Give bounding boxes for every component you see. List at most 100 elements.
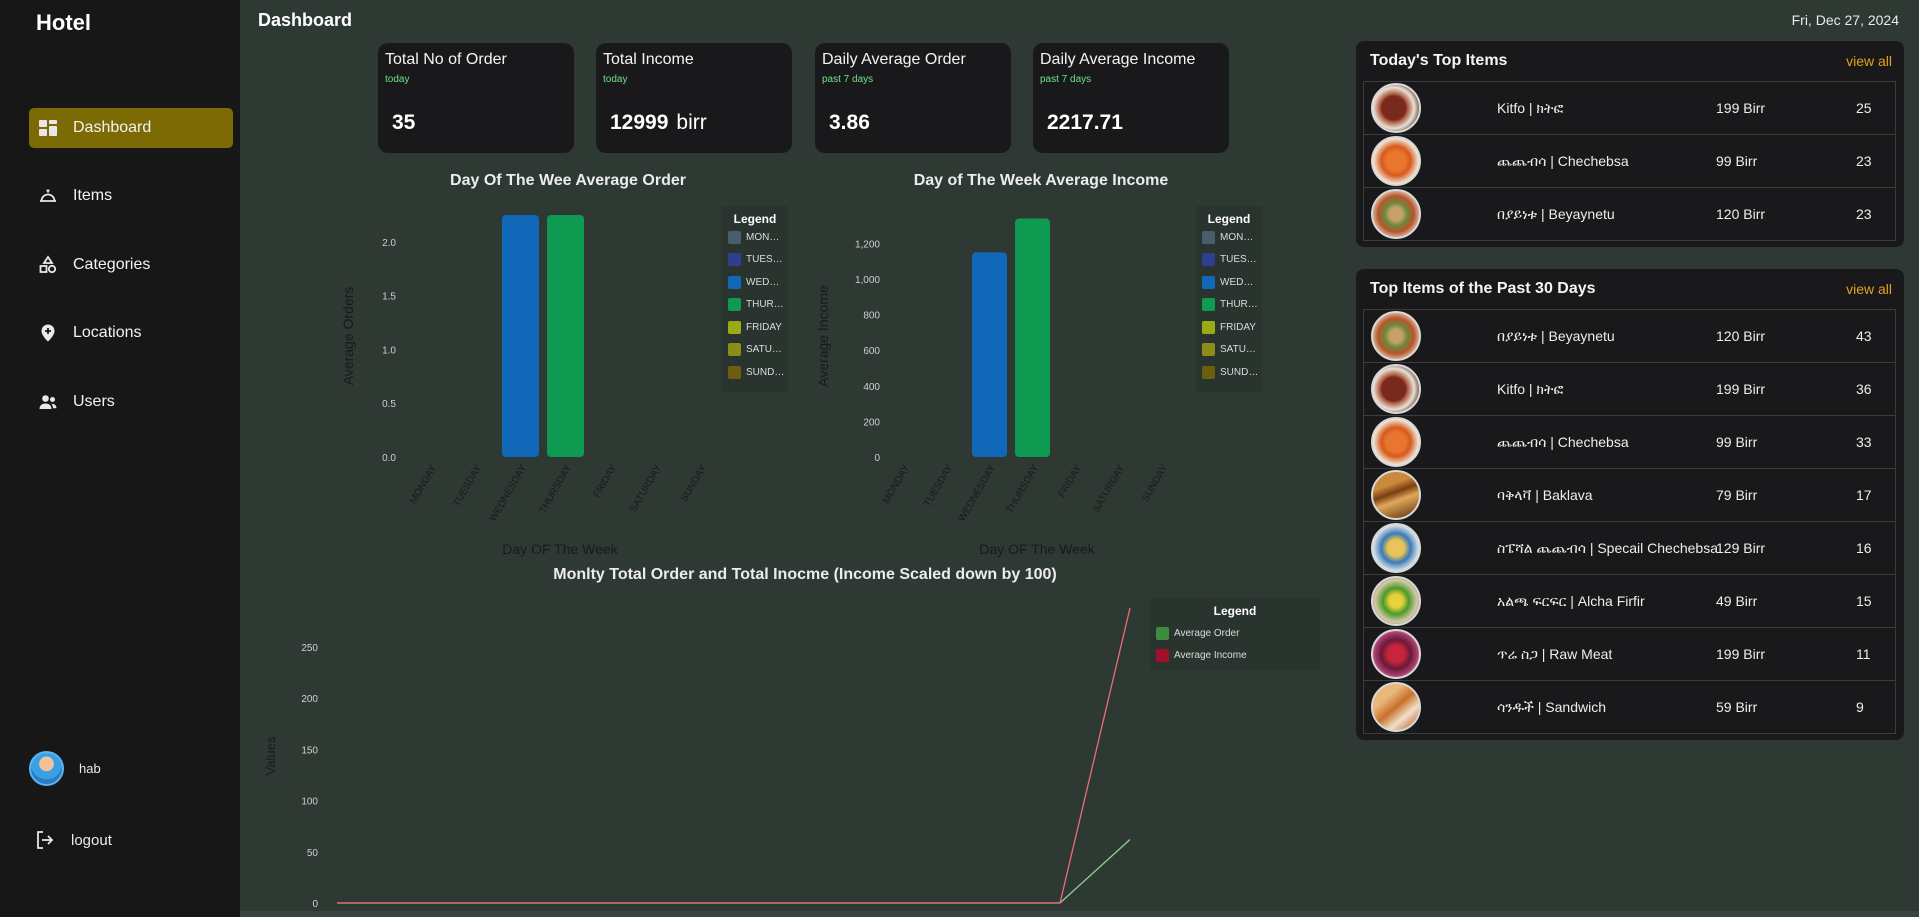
legend-swatch <box>1202 320 1215 334</box>
item-price: 99 Birr <box>1716 434 1758 450</box>
item-count: 36 <box>1856 381 1872 397</box>
avatar <box>29 751 64 786</box>
item-count: 43 <box>1856 328 1872 344</box>
table-row[interactable]: በያይነቱ | Beyaynetu 120 Birr 23 <box>1363 188 1896 241</box>
stat-card-daily-average-income: Daily Average Income past 7 days 2217.71 <box>1033 43 1229 153</box>
item-name: ጨጨብሳ | Chechebsa <box>1497 433 1629 450</box>
logout-button[interactable]: logout <box>35 830 112 850</box>
item-count: 33 <box>1856 434 1872 450</box>
legend-swatch <box>1202 275 1215 289</box>
legend-swatch <box>728 253 741 267</box>
bar-wednesday <box>502 215 539 457</box>
sidebar: Hotel Dashboard Items Categories Locatio… <box>0 0 240 917</box>
legend-item: FRIDAY <box>722 316 788 339</box>
sidebar-item-categories[interactable]: Categories <box>29 245 233 285</box>
item-price: 120 Birr <box>1716 328 1766 344</box>
item-price: 49 Birr <box>1716 593 1758 609</box>
legend-item: Average Income <box>1150 645 1320 668</box>
y-axis-label: Average Orders <box>340 287 356 386</box>
cloche-icon <box>37 185 59 207</box>
legend-item: TUES… <box>1196 249 1262 272</box>
table-row[interactable]: ሳንዱች | Sandwich 59 Birr 9 <box>1363 681 1896 734</box>
stat-value: 12999 birr <box>610 111 707 134</box>
x-tick-label: TUESDAY <box>922 463 955 509</box>
x-tick-label: THURSDAY <box>1004 463 1041 516</box>
legend-swatch <box>1202 343 1215 357</box>
bar-wednesday <box>972 252 1007 457</box>
stat-value: 2217.71 <box>1047 111 1123 134</box>
x-tick-label: TUESDAY <box>451 463 484 509</box>
legend-item: THUR… <box>722 294 788 317</box>
food-image <box>1371 682 1421 732</box>
item-name: በያይነቱ | Beyaynetu <box>1497 327 1615 344</box>
top-items-table: በያይነቱ | Beyaynetu 120 Birr 43 Kitfo | ክትፎ 19… <box>1363 309 1896 734</box>
table-row[interactable]: ባቅላቫ | Baklava 79 Birr 17 <box>1363 469 1896 522</box>
table-row[interactable]: አልጫ ፍርፍር | Alcha Firfir 49 Birr 15 <box>1363 575 1896 628</box>
legend-item: MON… <box>1196 226 1262 249</box>
todays-top-items-panel: Today's Top Items view all Kitfo | ክትፎ 19… <box>1356 41 1904 247</box>
view-all-link[interactable]: view all <box>1846 53 1892 69</box>
y-tick-label: 0.5 <box>382 399 396 410</box>
dashboard-icon <box>37 117 59 139</box>
food-image <box>1371 417 1421 467</box>
y-axis-label: Values <box>263 736 278 775</box>
view-all-link[interactable]: view all <box>1846 281 1892 297</box>
item-count: 16 <box>1856 540 1872 556</box>
stat-subtitle: past 7 days <box>1040 74 1092 85</box>
item-price: 199 Birr <box>1716 381 1766 397</box>
legend-swatch <box>1156 649 1169 663</box>
table-row[interactable]: ስፔሻል ጨጨብሳ | Specail Chechebsa 129 Birr 16 <box>1363 522 1896 575</box>
sidebar-item-dashboard[interactable]: Dashboard <box>29 108 233 148</box>
legend-item: SUND… <box>1196 361 1262 384</box>
sidebar-item-locations[interactable]: Locations <box>29 313 233 353</box>
y-tick-label: 1,000 <box>855 275 880 286</box>
logout-icon <box>37 831 54 849</box>
x-tick-label: SUNDAY <box>1140 463 1170 504</box>
table-row[interactable]: Kitfo | ክትፎ 199 Birr 25 <box>1363 82 1896 135</box>
top-items-table: Kitfo | ክትፎ 199 Birr 25 ጨጨብሳ | Chechebsa 99 … <box>1363 81 1896 241</box>
item-name: ጨጨብሳ | Chechebsa <box>1497 152 1629 169</box>
users-icon <box>37 391 59 413</box>
item-name: ጥሬ ስጋ | Raw Meat <box>1497 645 1613 662</box>
series-line-average-income <box>337 607 1131 904</box>
x-tick-label: FRIDAY <box>1057 463 1085 500</box>
item-price: 129 Birr <box>1716 540 1766 556</box>
legend-item: FRIDAY <box>1196 316 1262 339</box>
stat-card-total-orders: Total No of Order today 35 <box>378 43 574 153</box>
food-image <box>1371 523 1421 573</box>
table-row[interactable]: Kitfo | ክትፎ 199 Birr 36 <box>1363 363 1896 416</box>
sidebar-item-items[interactable]: Items <box>29 176 233 216</box>
table-row[interactable]: ጥሬ ስጋ | Raw Meat 199 Birr 11 <box>1363 628 1896 681</box>
sidebar-item-users[interactable]: Users <box>29 382 233 422</box>
item-count: 23 <box>1856 153 1872 169</box>
y-tick-label: 0 <box>312 899 318 910</box>
chart-title-monthly: Monlty Total Order and Total Inocme (Inc… <box>553 566 1057 583</box>
table-row[interactable]: በያይነቱ | Beyaynetu 120 Birr 43 <box>1363 310 1896 363</box>
item-price: 79 Birr <box>1716 487 1758 503</box>
y-tick-label: 200 <box>863 417 880 428</box>
legend-swatch <box>1202 230 1215 244</box>
legend-item: TUES… <box>722 249 788 272</box>
item-count: 23 <box>1856 206 1872 222</box>
item-name: Kitfo | ክትፎ <box>1497 380 1564 397</box>
legend-swatch <box>1202 365 1215 379</box>
x-axis-label: Day OF The Week <box>979 541 1095 557</box>
x-tick-label: SATURDAY <box>628 463 664 515</box>
stat-title: Daily Average Order <box>822 51 966 68</box>
legend-item: Average Order <box>1150 622 1320 645</box>
legend-item: SATU… <box>1196 339 1262 362</box>
food-image <box>1371 136 1421 186</box>
table-row[interactable]: ጨጨብሳ | Chechebsa 99 Birr 23 <box>1363 135 1896 188</box>
user-profile[interactable]: hab <box>29 751 101 786</box>
sidebar-item-label: Users <box>73 393 115 410</box>
sidebar-item-label: Locations <box>73 324 142 341</box>
stat-subtitle: past 7 days <box>822 74 874 85</box>
legend-swatch <box>728 275 741 289</box>
item-name: ሳንዱች | Sandwich <box>1497 698 1607 715</box>
stat-title: Daily Average Income <box>1040 51 1196 68</box>
legend-item: MON… <box>722 226 788 249</box>
food-image <box>1371 470 1421 520</box>
legend-swatch <box>728 365 741 379</box>
chart-title-average-order: Day Of The Wee Average Order <box>450 172 686 189</box>
table-row[interactable]: ጨጨብሳ | Chechebsa 99 Birr 33 <box>1363 416 1896 469</box>
